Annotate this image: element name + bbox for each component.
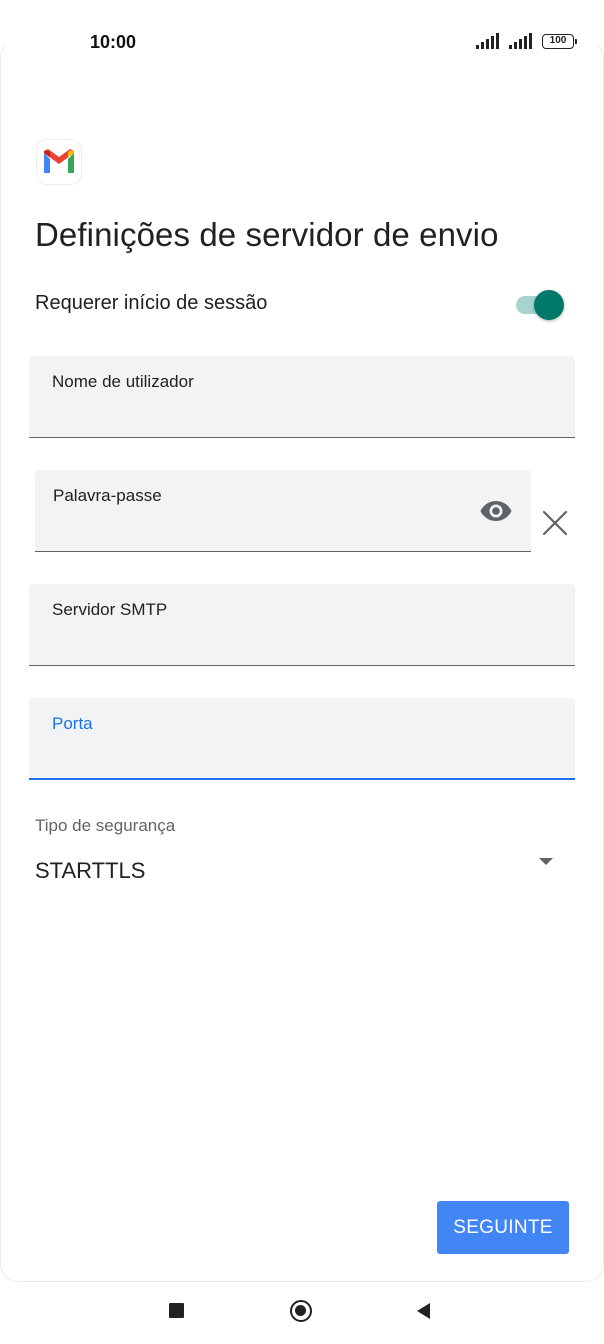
outgoing-server-settings-screen: 10:00 100 Definições de servidor de envi… — [0, 0, 604, 1344]
status-icons: 100 — [476, 33, 577, 49]
require-login-toggle[interactable] — [514, 290, 566, 320]
page-title: Definições de servidor de envio — [35, 216, 499, 253]
signal-icon — [509, 33, 532, 49]
require-login-label: Requerer início de sessão — [35, 292, 268, 314]
gmail-logo-icon — [37, 140, 81, 184]
recents-icon[interactable] — [169, 1303, 184, 1318]
home-icon[interactable] — [290, 1300, 312, 1322]
smtp-server-input[interactable] — [52, 628, 563, 652]
port-field[interactable]: Porta — [29, 698, 575, 780]
next-button[interactable]: SEGUINTE — [437, 1201, 569, 1254]
port-label: Porta — [52, 714, 93, 733]
password-field[interactable]: Palavra-passe — [35, 470, 531, 552]
status-time: 10:00 — [90, 32, 137, 52]
username-label: Nome de utilizador — [52, 372, 194, 391]
back-icon[interactable] — [417, 1303, 430, 1319]
password-input[interactable] — [53, 514, 471, 538]
smtp-server-field[interactable]: Servidor SMTP — [29, 584, 575, 666]
security-type-value: STARTTLS — [35, 858, 146, 883]
password-label: Palavra-passe — [53, 486, 162, 505]
status-bar: 10:00 100 — [0, 0, 604, 86]
smtp-server-label: Servidor SMTP — [52, 600, 168, 619]
toggle-thumb — [534, 290, 564, 320]
dropdown-arrow-icon — [539, 858, 553, 865]
security-type-dropdown[interactable]: STARTTLS — [35, 852, 565, 892]
port-input[interactable] — [52, 742, 563, 766]
signal-icon — [476, 33, 499, 49]
username-input[interactable] — [52, 400, 563, 424]
security-type-label: Tipo de segurança — [35, 816, 176, 835]
close-icon[interactable] — [538, 506, 572, 540]
eye-icon[interactable] — [479, 498, 513, 524]
username-field[interactable]: Nome de utilizador — [29, 356, 575, 438]
navigation-bar — [0, 1282, 604, 1344]
battery-icon: 100 — [542, 33, 577, 49]
